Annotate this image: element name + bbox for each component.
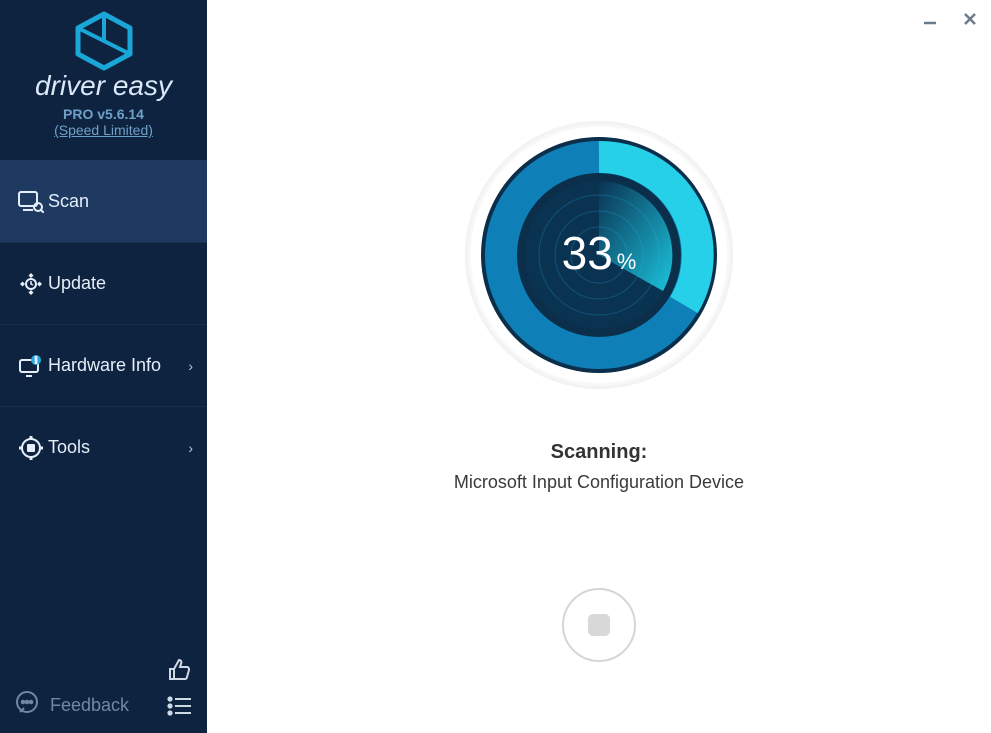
feedback-icon[interactable]: [14, 690, 40, 721]
hardware-icon: i: [14, 354, 48, 378]
main-panel: 33 % Scanning: Microsoft Input Configura…: [207, 0, 991, 733]
scan-status: Scanning: Microsoft Input Configuration …: [454, 441, 744, 493]
window-controls: [919, 8, 981, 30]
nav-tools[interactable]: Tools ›: [0, 406, 207, 488]
version-text: PRO v5.6.14: [0, 106, 207, 122]
progress-ring: 33 %: [459, 115, 739, 395]
sidebar: driver easy PRO v5.6.14 (Speed Limited) …: [0, 0, 207, 733]
nav-hardware-label: Hardware Info: [48, 355, 161, 376]
logo-area: driver easy PRO v5.6.14 (Speed Limited): [0, 0, 207, 146]
menu-icon[interactable]: [167, 696, 193, 721]
brand-text: driver easy: [0, 70, 207, 102]
scan-status-label: Scanning:: [454, 441, 744, 464]
nav-scan-label: Scan: [48, 191, 89, 212]
tools-icon: [14, 435, 48, 461]
close-button[interactable]: [959, 8, 981, 30]
chevron-right-icon: ›: [188, 358, 193, 374]
progress-percent: 33 %: [562, 226, 637, 280]
nav: Scan Update i Hardware Info ›: [0, 160, 207, 647]
feedback-label[interactable]: Feedback: [50, 695, 129, 716]
svg-text:i: i: [35, 356, 37, 365]
speed-limited-link[interactable]: (Speed Limited): [0, 122, 207, 138]
stop-button[interactable]: [562, 588, 636, 662]
percent-value: 33: [562, 226, 613, 280]
scan-area: 33 % Scanning: Microsoft Input Configura…: [207, 0, 991, 662]
nav-scan[interactable]: Scan: [0, 160, 207, 242]
sidebar-footer: Feedback: [0, 647, 207, 733]
scan-icon: [14, 189, 48, 213]
thumbs-up-icon[interactable]: [167, 657, 193, 688]
minimize-button[interactable]: [919, 8, 941, 30]
stop-icon: [588, 614, 610, 636]
logo-icon: [70, 10, 138, 72]
chevron-right-icon: ›: [188, 440, 193, 456]
nav-update[interactable]: Update: [0, 242, 207, 324]
nav-hardware[interactable]: i Hardware Info ›: [0, 324, 207, 406]
nav-tools-label: Tools: [48, 437, 90, 458]
update-icon: [14, 271, 48, 297]
nav-update-label: Update: [48, 273, 106, 294]
scan-status-device: Microsoft Input Configuration Device: [454, 472, 744, 493]
percent-sign: %: [617, 249, 637, 275]
